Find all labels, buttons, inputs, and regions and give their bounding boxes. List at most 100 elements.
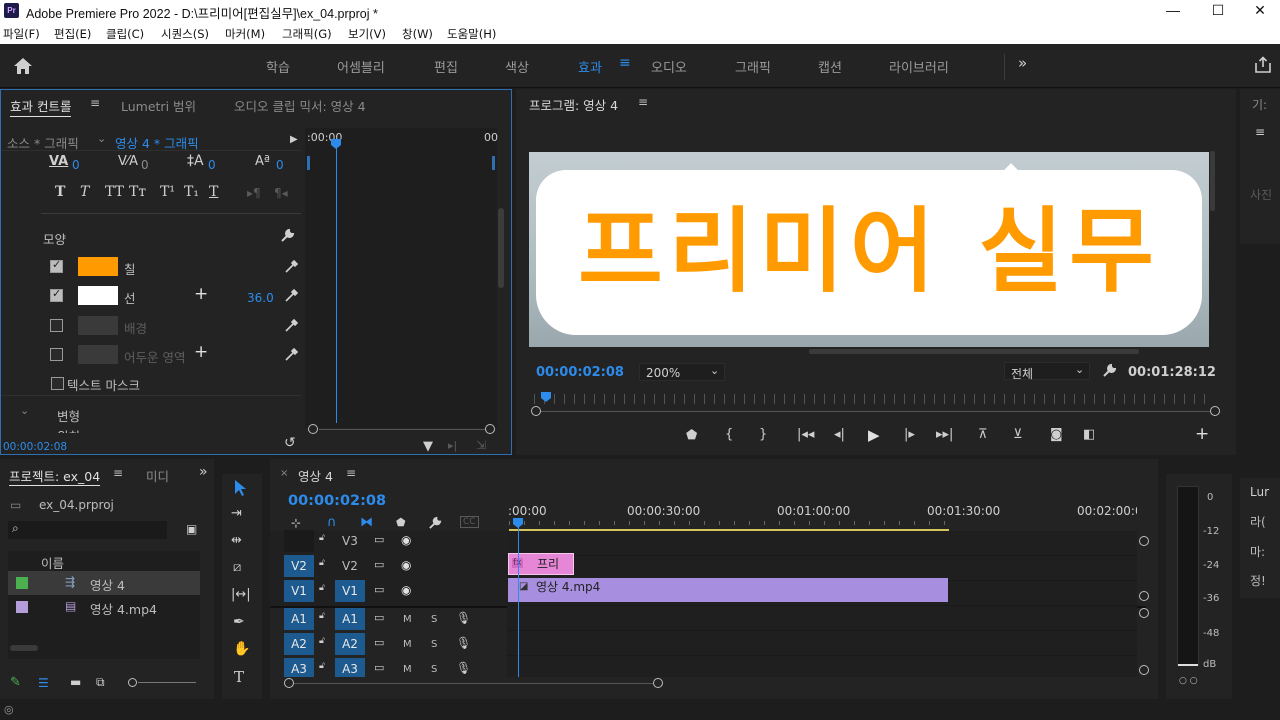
menu-file[interactable]: 파일(F): [3, 26, 40, 42]
program-monitor-title[interactable]: 프로그램: 영상 4: [529, 95, 618, 114]
add-shadow-icon[interactable]: +: [194, 342, 208, 362]
panel-menu-icon[interactable]: ≡: [90, 96, 100, 110]
solo-button[interactable]: S: [431, 639, 437, 650]
source-patch-a1[interactable]: A1: [284, 608, 314, 630]
reset-icon[interactable]: ↺: [284, 435, 296, 451]
source-patch-a3[interactable]: A3: [284, 658, 314, 677]
extract-icon[interactable]: ⊻: [1013, 427, 1023, 442]
workspace-tab-editing[interactable]: 편집: [434, 57, 458, 76]
microphone-icon[interactable]: 🎙︎: [456, 661, 471, 675]
faux-italic-button[interactable]: T: [80, 184, 89, 200]
mute-button[interactable]: M: [403, 639, 412, 650]
play-icon[interactable]: ▶: [868, 426, 880, 444]
tab-audio-clip-mixer[interactable]: 오디오 클립 믹서: 영상 4: [234, 96, 366, 115]
tracking-value[interactable]: 0: [141, 158, 149, 172]
eyedropper-icon[interactable]: [285, 259, 299, 273]
tab-libraries[interactable]: 라(: [1250, 513, 1266, 530]
lock-icon[interactable]: 🔓︎: [319, 661, 325, 671]
superscript-button[interactable]: T¹: [160, 184, 175, 200]
track-select-tool-icon[interactable]: ⇥: [231, 506, 242, 521]
step-back-icon[interactable]: ◂|: [834, 427, 845, 442]
fit-dropdown[interactable]: 전체 ⌄: [1004, 362, 1090, 381]
comparison-view-icon[interactable]: ◧: [1083, 427, 1095, 442]
track-lanes[interactable]: [507, 531, 1137, 677]
menu-graphics[interactable]: 그래픽(G): [282, 26, 332, 42]
fill-checkbox[interactable]: [50, 258, 63, 273]
track-name-a2[interactable]: A2: [335, 633, 365, 655]
vertical-zoom-handle[interactable]: [1139, 536, 1149, 546]
lock-icon[interactable]: 🔓︎: [319, 533, 325, 543]
zoom-slider-handle[interactable]: [128, 678, 137, 687]
leading-value[interactable]: 0: [208, 158, 216, 172]
effect-timecode[interactable]: 00:00:02:08: [3, 441, 67, 453]
collapse-chevron-icon[interactable]: ⌄: [20, 404, 29, 417]
zoom-dropdown[interactable]: 200% ⌄: [639, 363, 725, 381]
pencil-icon[interactable]: ✎: [10, 675, 21, 690]
panel-menu-icon[interactable]: ≡: [638, 95, 648, 109]
new-bin-from-search-icon[interactable]: ▣: [186, 522, 197, 536]
minimize-button[interactable]: —: [1150, 0, 1196, 22]
zoom-handle-right[interactable]: [1210, 406, 1220, 416]
menu-window[interactable]: 창(W): [402, 26, 433, 42]
tab-info[interactable]: 기:: [1252, 96, 1267, 113]
tab-media-browser[interactable]: 미디: [146, 466, 169, 485]
track-name-a1[interactable]: A1: [335, 608, 365, 630]
horizontal-zoom-bar[interactable]: [294, 683, 653, 684]
razor-tool-icon[interactable]: ⧄: [233, 560, 241, 575]
eye-icon[interactable]: ◉: [401, 558, 411, 572]
track-name-v3[interactable]: V3: [342, 534, 358, 548]
type-tool-icon[interactable]: T: [234, 668, 244, 686]
project-tab[interactable]: 프로젝트: ex_04: [9, 466, 101, 486]
play-only-icon[interactable]: ▶: [290, 134, 298, 145]
filter-icon[interactable]: ▼: [423, 439, 433, 454]
small-caps-button[interactable]: Tт: [129, 184, 146, 200]
insert-nest-icon[interactable]: ⊹: [291, 516, 301, 530]
workspace-tab-color[interactable]: 색상: [505, 57, 529, 76]
sequence-tab[interactable]: 영상 4: [298, 466, 333, 485]
scrub-ruler[interactable]: [534, 394, 1214, 404]
background-color-swatch[interactable]: [78, 316, 118, 335]
scrollbar[interactable]: [498, 208, 504, 288]
shadow-checkbox[interactable]: [50, 348, 63, 361]
menu-marker[interactable]: 마커(M): [225, 26, 265, 42]
tab-info-2[interactable]: 정!: [1250, 572, 1266, 589]
slip-tool-icon[interactable]: |↔|: [231, 587, 251, 602]
sync-lock-icon[interactable]: ▭: [374, 558, 384, 571]
wrench-icon[interactable]: [280, 228, 295, 243]
eyedropper-icon[interactable]: [285, 318, 299, 332]
eye-icon[interactable]: ◉: [401, 533, 411, 547]
sync-lock-icon[interactable]: ▭: [374, 636, 384, 649]
horizontal-zoom-handle-right[interactable]: [653, 678, 663, 688]
fill-color-swatch[interactable]: [78, 257, 118, 276]
background-checkbox[interactable]: [50, 319, 63, 332]
more-workspaces-icon[interactable]: »: [1018, 54, 1027, 72]
panel-menu-icon[interactable]: ≡: [346, 466, 356, 480]
menu-sequence[interactable]: 시퀀스(S): [161, 26, 209, 42]
tab-effect-controls[interactable]: 효과 컨트롤: [10, 96, 72, 117]
horizontal-scrollbar[interactable]: [809, 349, 1139, 354]
horizontal-scrollbar[interactable]: [10, 645, 38, 651]
source-patch-v3[interactable]: [284, 530, 314, 552]
workspace-tab-libraries[interactable]: 라이브러리: [889, 57, 949, 76]
vertical-zoom-handle[interactable]: [1139, 591, 1149, 601]
timeline-timecode[interactable]: 00:00:02:08: [288, 493, 386, 509]
track-name-a3[interactable]: A3: [335, 658, 365, 677]
vertical-zoom-handle[interactable]: [1139, 665, 1149, 675]
subscript-button[interactable]: T₁: [184, 184, 199, 200]
zoom-slider[interactable]: [138, 682, 196, 683]
mark-out-icon[interactable]: }: [759, 427, 767, 442]
microphone-icon[interactable]: 🎙︎: [456, 611, 471, 625]
menu-view[interactable]: 보기(V): [348, 26, 386, 42]
microphone-icon[interactable]: 🎙︎: [456, 636, 471, 650]
all-caps-button[interactable]: TT: [105, 184, 124, 200]
close-tab-icon[interactable]: ×: [280, 468, 288, 479]
chevron-down-icon[interactable]: ⌄: [97, 132, 106, 145]
list-view-icon[interactable]: ☰: [38, 676, 49, 690]
zoom-handle-left[interactable]: [531, 406, 541, 416]
hand-tool-icon[interactable]: ✋: [233, 641, 250, 657]
sync-lock-icon[interactable]: ▭: [374, 583, 384, 596]
linked-selection-icon[interactable]: ⧓: [360, 515, 373, 530]
video-frame[interactable]: 프리미어 실무: [529, 152, 1209, 347]
zoom-bar[interactable]: [541, 411, 1210, 412]
vertical-zoom-handle[interactable]: [1139, 608, 1149, 618]
